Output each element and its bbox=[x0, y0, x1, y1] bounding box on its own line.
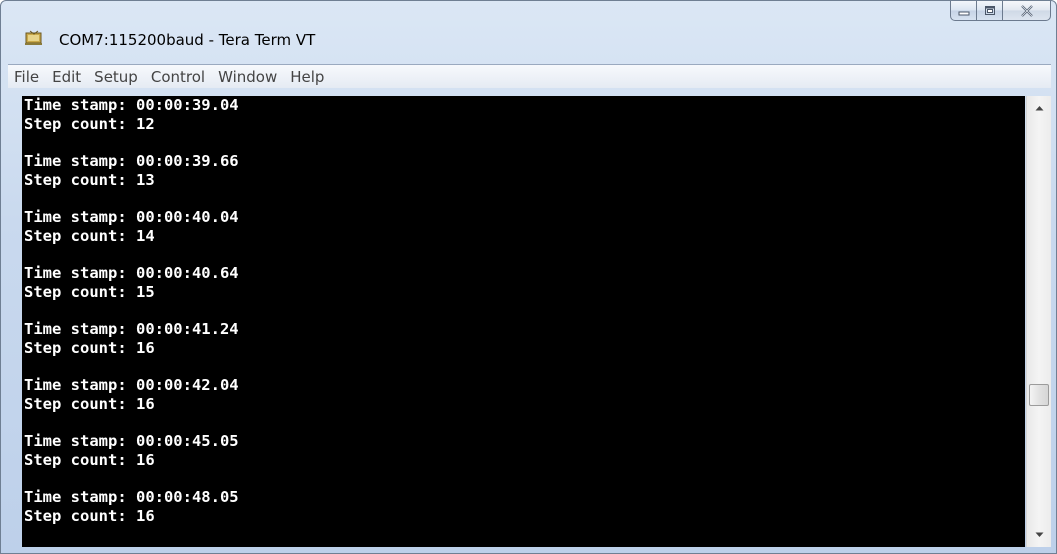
terminal-line-time-stamp: Time stamp: 00:00:45.05 bbox=[24, 432, 239, 450]
vertical-scrollbar[interactable] bbox=[1026, 96, 1051, 547]
window-bottom-frame bbox=[1, 547, 1056, 553]
terminal-line-time-stamp: Time stamp: 00:00:40.04 bbox=[24, 208, 239, 226]
terminal-line-time-stamp: Time stamp: 00:00:40.64 bbox=[24, 264, 239, 282]
terminal-line-step-count: Step count: 12 bbox=[24, 115, 155, 133]
caption-buttons bbox=[950, 1, 1051, 22]
terminal-line-step-count: Step count: 15 bbox=[24, 283, 155, 301]
terminal-output[interactable]: Time stamp: 00:00:39.04 Step count: 12 T… bbox=[22, 96, 1025, 547]
scroll-up-button[interactable] bbox=[1027, 98, 1051, 118]
maximize-button[interactable] bbox=[977, 1, 1003, 21]
terminal-line-step-count: Step count: 16 bbox=[24, 395, 155, 413]
menu-control[interactable]: Control bbox=[145, 66, 211, 88]
minimize-button[interactable] bbox=[950, 1, 977, 21]
menu-window[interactable]: Window bbox=[212, 66, 283, 88]
minimize-icon bbox=[958, 11, 969, 15]
menu-help[interactable]: Help bbox=[284, 66, 330, 88]
menu-file[interactable]: File bbox=[8, 66, 45, 88]
menu-edit[interactable]: Edit bbox=[46, 66, 87, 88]
terminal-line-step-count: Step count: 16 bbox=[24, 339, 155, 357]
scroll-up-arrow-icon bbox=[1035, 106, 1043, 111]
terminal-line-time-stamp: Time stamp: 00:00:48.05 bbox=[24, 488, 239, 506]
maximize-icon bbox=[984, 6, 995, 15]
close-button[interactable] bbox=[1003, 1, 1051, 21]
menu-setup[interactable]: Setup bbox=[88, 66, 144, 88]
terminal-line-step-count: Step count: 16 bbox=[24, 451, 155, 469]
tera-term-window: COM7:115200baud - Tera Term VT File Edit… bbox=[0, 0, 1057, 554]
scroll-down-button[interactable] bbox=[1027, 525, 1051, 545]
terminal-line-time-stamp: Time stamp: 00:00:42.04 bbox=[24, 376, 239, 394]
scroll-down-arrow-icon bbox=[1035, 532, 1043, 537]
close-icon bbox=[1020, 4, 1033, 17]
terminal-line-step-count: Step count: 13 bbox=[24, 171, 155, 189]
terminal-line-time-stamp: Time stamp: 00:00:39.66 bbox=[24, 152, 239, 170]
terminal-line-time-stamp: Time stamp: 00:00:39.04 bbox=[24, 96, 239, 114]
scrollbar-thumb[interactable] bbox=[1029, 384, 1049, 406]
menu-bar: File Edit Setup Control Window Help bbox=[8, 64, 1051, 88]
terminal-line-step-count: Step count: 14 bbox=[24, 227, 155, 245]
tera-term-icon[interactable] bbox=[25, 30, 43, 46]
window-title: COM7:115200baud - Tera Term VT bbox=[59, 31, 316, 49]
terminal-line-time-stamp: Time stamp: 00:00:41.24 bbox=[24, 320, 239, 338]
title-bar[interactable]: COM7:115200baud - Tera Term VT bbox=[1, 1, 1056, 63]
terminal-line-step-count: Step count: 16 bbox=[24, 507, 155, 525]
